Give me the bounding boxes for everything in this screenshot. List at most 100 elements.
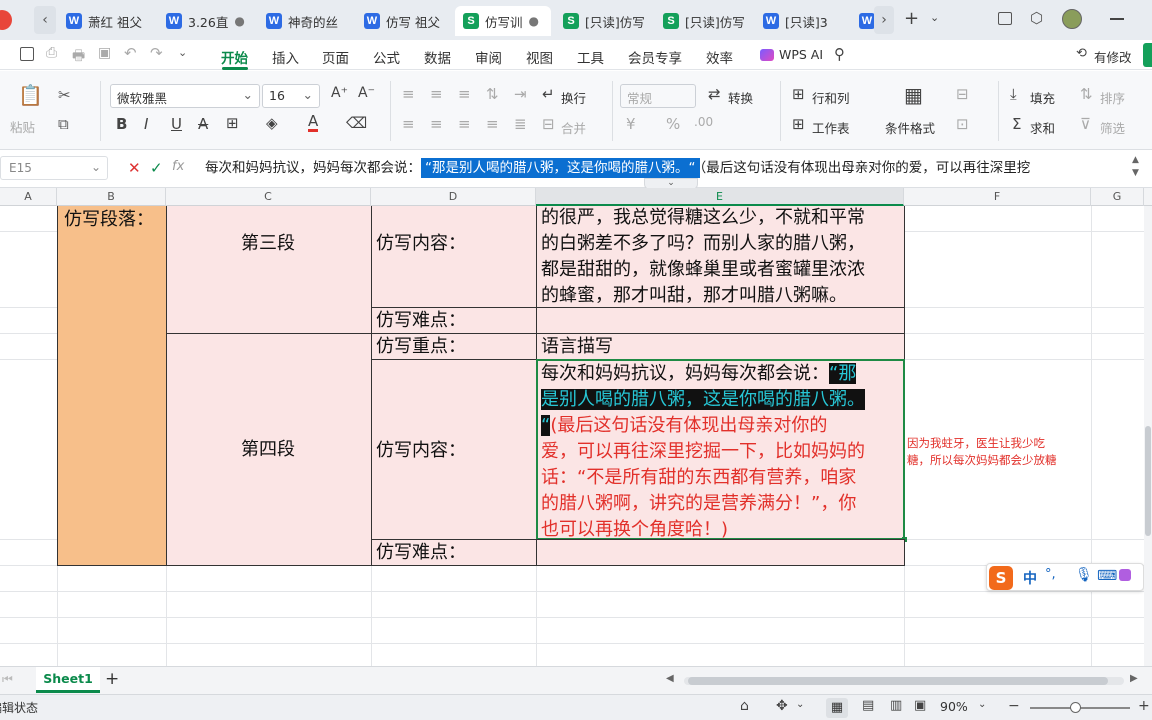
page-break-view-icon[interactable]: ▥: [890, 698, 902, 713]
print-icon[interactable]: 🖶: [72, 45, 85, 69]
zoom-out-icon[interactable]: −: [1008, 698, 1020, 714]
cond-format-button[interactable]: 条件格式: [885, 118, 935, 137]
app-logo-icon[interactable]: [0, 10, 12, 30]
tab-doc-2[interactable]: W 3.26直 ●: [158, 6, 254, 36]
insert-function-icon[interactable]: fx: [172, 159, 184, 174]
copy-icon[interactable]: ⧉: [58, 115, 69, 133]
cell-e-difficulty-1[interactable]: [536, 307, 905, 334]
sheet-nav-first-icon[interactable]: ⏮: [2, 672, 13, 687]
italic-icon[interactable]: I: [144, 115, 148, 133]
indent-icon[interactable]: ⇥: [514, 85, 527, 103]
bold-icon[interactable]: B: [116, 115, 127, 133]
col-header-f[interactable]: F: [904, 188, 1091, 206]
zoom-chevron-icon[interactable]: ⌄: [978, 699, 986, 710]
cube-icon[interactable]: ⬡: [1030, 9, 1043, 27]
col-header-a[interactable]: A: [0, 188, 57, 206]
menu-data[interactable]: 数据: [424, 47, 451, 67]
col-header-e[interactable]: E: [536, 188, 904, 206]
confirm-edit-icon[interactable]: ✓: [150, 159, 163, 177]
tab-doc-6[interactable]: S [只读]仿写: [555, 6, 651, 36]
font-size-select[interactable]: 16 ⌄: [262, 84, 320, 108]
undo-icon[interactable]: ↶: [124, 44, 137, 62]
menu-insert[interactable]: 插入: [272, 47, 299, 67]
cell-f-comment[interactable]: 因为我蛀牙，医生让我少吃 糖，所以每次妈妈都会少放糖: [907, 435, 1057, 469]
fill-button[interactable]: 填充: [1030, 88, 1055, 107]
justify-icon[interactable]: ≡: [486, 115, 499, 133]
spreadsheet-grid[interactable]: 仿写段落： 第三段 第四段 仿写内容： 仿写难点： 仿写重点： 仿写内容： 仿写…: [0, 206, 1144, 666]
align-right-icon[interactable]: ≡: [458, 115, 471, 133]
zoom-level[interactable]: 90%: [940, 699, 968, 714]
currency-icon[interactable]: ¥: [626, 115, 636, 133]
menu-formula[interactable]: 公式: [373, 47, 400, 67]
menu-wps-ai[interactable]: WPS AI: [779, 47, 823, 62]
tab-doc-1[interactable]: W 萧红 祖父: [58, 6, 154, 36]
cell-c-third-paragraph[interactable]: 第三段: [166, 206, 372, 334]
underline-icon[interactable]: U: [171, 115, 182, 133]
skin-icon[interactable]: [1119, 569, 1131, 581]
microphone-icon[interactable]: 🎙: [1075, 567, 1093, 583]
decimal-icon[interactable]: .00: [694, 115, 713, 129]
search-icon[interactable]: ⚲: [834, 45, 845, 63]
strikethrough-icon[interactable]: A: [198, 115, 208, 133]
cell-d-key-label[interactable]: 仿写重点：: [371, 333, 537, 360]
has-changes-label[interactable]: 有修改: [1094, 47, 1132, 66]
share-button[interactable]: [1143, 43, 1152, 67]
increase-font-icon[interactable]: A⁺: [331, 85, 348, 101]
tab-doc-active[interactable]: S 仿写训 ●: [455, 6, 551, 36]
horizontal-scroll-thumb[interactable]: [688, 677, 1108, 685]
add-sheet-icon[interactable]: +: [105, 669, 119, 689]
tab-doc-4[interactable]: W 仿写 祖父: [356, 6, 452, 36]
menu-page[interactable]: 页面: [322, 47, 349, 67]
window-restore-icon[interactable]: [998, 12, 1012, 25]
convert-button[interactable]: 转换: [728, 88, 753, 107]
align-center-icon[interactable]: ≡: [430, 115, 443, 133]
worksheet-button[interactable]: 工作表: [812, 118, 850, 137]
decrease-font-icon[interactable]: A⁻: [358, 85, 375, 101]
fill-color-icon[interactable]: ◈: [266, 114, 278, 132]
keyboard-icon[interactable]: ⌨: [1097, 568, 1117, 584]
redo-icon[interactable]: ↷: [150, 44, 163, 62]
layout-icon[interactable]: ✥: [776, 698, 788, 714]
menu-home[interactable]: 开始: [221, 47, 248, 67]
formula-scroll-icon[interactable]: ▲ ▼: [1132, 154, 1139, 180]
col-header-d[interactable]: D: [371, 188, 536, 206]
filter-button[interactable]: 筛选: [1100, 118, 1125, 137]
ime-toolbar[interactable]: S 中 °, 🎙 ⌨: [986, 563, 1144, 591]
cell-d-content-label-2[interactable]: 仿写内容：: [371, 359, 537, 540]
col-header-g[interactable]: G: [1091, 188, 1144, 206]
cell-d-difficulty-label-1[interactable]: 仿写难点：: [371, 307, 537, 334]
col-header-b[interactable]: B: [57, 188, 166, 206]
paste-icon[interactable]: 📋: [18, 83, 43, 107]
reading-view-icon[interactable]: ▣: [914, 698, 926, 713]
menu-view[interactable]: 视图: [526, 47, 553, 67]
page-layout-view-icon[interactable]: ▤: [862, 698, 874, 713]
unsaved-dot-icon[interactable]: ●: [234, 14, 244, 28]
protection-icon[interactable]: ⌂: [740, 698, 749, 714]
sort-button[interactable]: 排序: [1100, 88, 1125, 107]
view-mode-chevron-icon[interactable]: ⌄: [796, 699, 804, 710]
cell-e-key[interactable]: 语言描写: [536, 333, 905, 360]
percent-icon[interactable]: %: [666, 115, 680, 133]
border-icon[interactable]: ⊞: [226, 114, 239, 132]
ime-lang-toggle[interactable]: 中: [1023, 568, 1037, 588]
new-tab-icon[interactable]: +: [904, 8, 919, 29]
row-col-button[interactable]: 行和列: [812, 88, 850, 107]
cell-b-paragraph-label[interactable]: 仿写段落：: [57, 206, 167, 566]
quick-access-chevron-icon[interactable]: ⌄: [178, 46, 187, 59]
col-header-c[interactable]: C: [166, 188, 371, 206]
vertical-scroll-thumb[interactable]: [1145, 426, 1151, 536]
save-icon[interactable]: [20, 47, 34, 61]
ime-punct-toggle[interactable]: °,: [1045, 567, 1056, 582]
menu-tools[interactable]: 工具: [577, 47, 604, 67]
font-family-select[interactable]: 微软雅黑 ⌄: [110, 84, 260, 108]
scroll-tabs-left-icon[interactable]: ‹: [34, 6, 56, 34]
unsaved-dot-icon[interactable]: ●: [529, 14, 539, 28]
clear-format-icon[interactable]: ⌫: [346, 114, 367, 132]
cell-d-content-label-1[interactable]: 仿写内容：: [371, 206, 537, 308]
tab-doc-7[interactable]: S [只读]仿写: [655, 6, 751, 36]
print-preview-icon[interactable]: ⎙: [46, 45, 57, 61]
zoom-slider-thumb[interactable]: [1070, 702, 1081, 713]
cell-e-difficulty-2[interactable]: [536, 539, 905, 566]
horizontal-scroll-left-icon[interactable]: ◀: [666, 673, 674, 684]
minimize-icon[interactable]: [1110, 18, 1124, 20]
